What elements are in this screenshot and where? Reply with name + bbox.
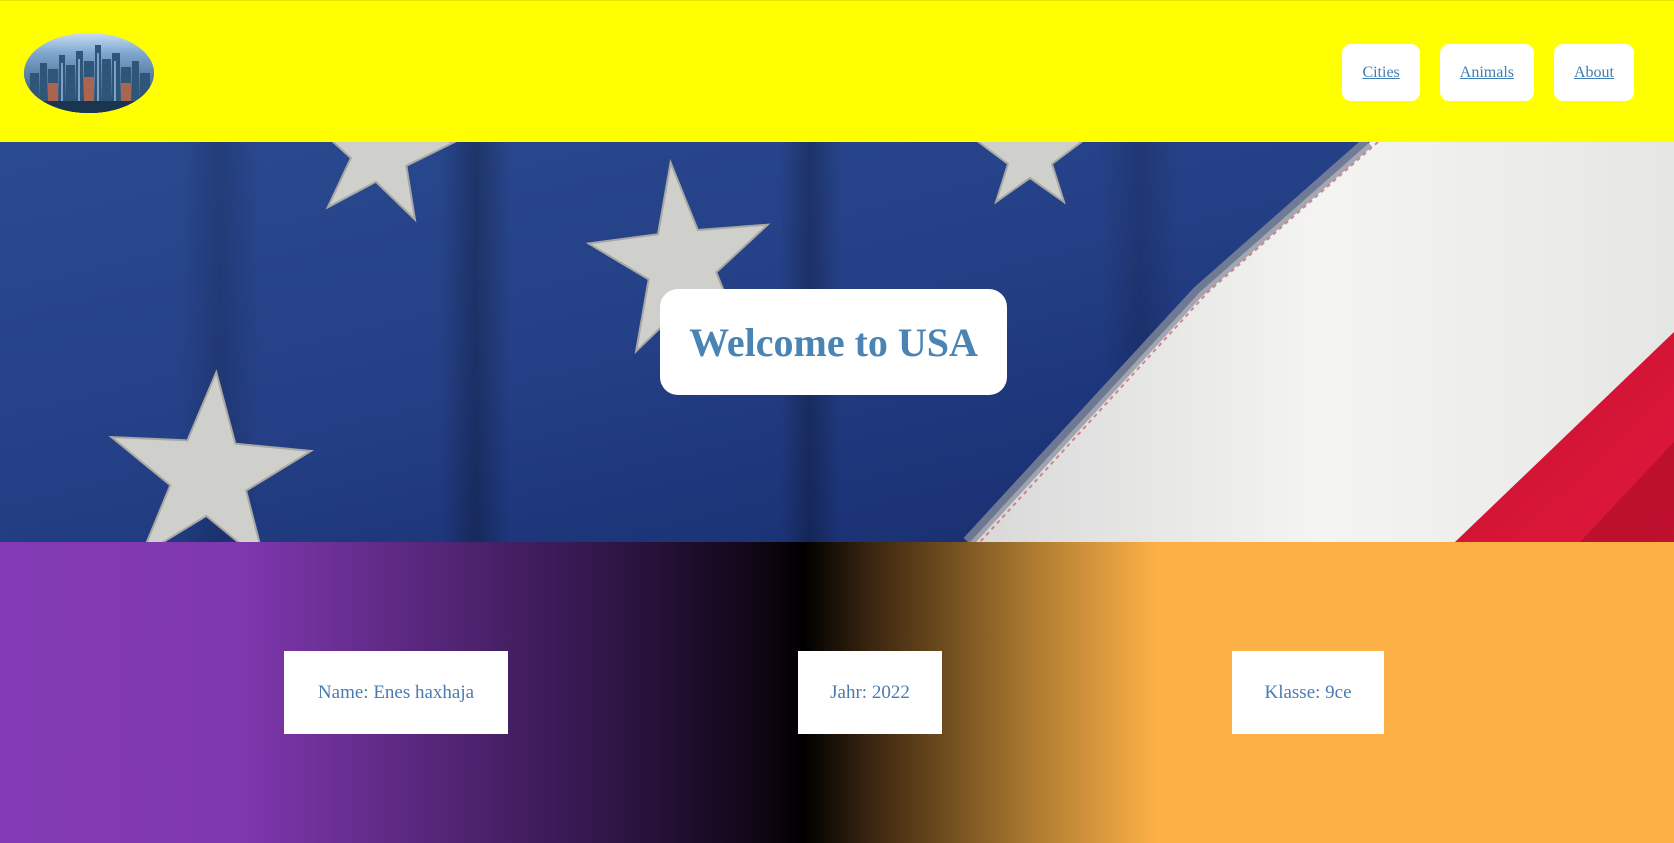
- hero-banner: Welcome to USA: [0, 142, 1674, 542]
- page: Cities Animals About Welcome to USA Name…: [0, 0, 1674, 843]
- name-card: Name: Enes haxhaja: [284, 651, 508, 734]
- class-card: Klasse: 9ce: [1232, 651, 1384, 734]
- main-nav: Cities Animals About: [1342, 44, 1634, 101]
- info-section: Name: Enes haxhaja Jahr: 2022 Klasse: 9c…: [0, 542, 1674, 843]
- nav-link-animals[interactable]: Animals: [1439, 44, 1534, 101]
- nav-link-cities[interactable]: Cities: [1342, 44, 1420, 101]
- nav-link-about[interactable]: About: [1554, 44, 1634, 101]
- welcome-card: Welcome to USA: [660, 289, 1007, 395]
- city-skyline-logo-icon[interactable]: [24, 33, 154, 113]
- site-header: Cities Animals About: [0, 0, 1674, 142]
- year-card: Jahr: 2022: [798, 651, 942, 734]
- page-title: Welcome to USA: [689, 319, 978, 365]
